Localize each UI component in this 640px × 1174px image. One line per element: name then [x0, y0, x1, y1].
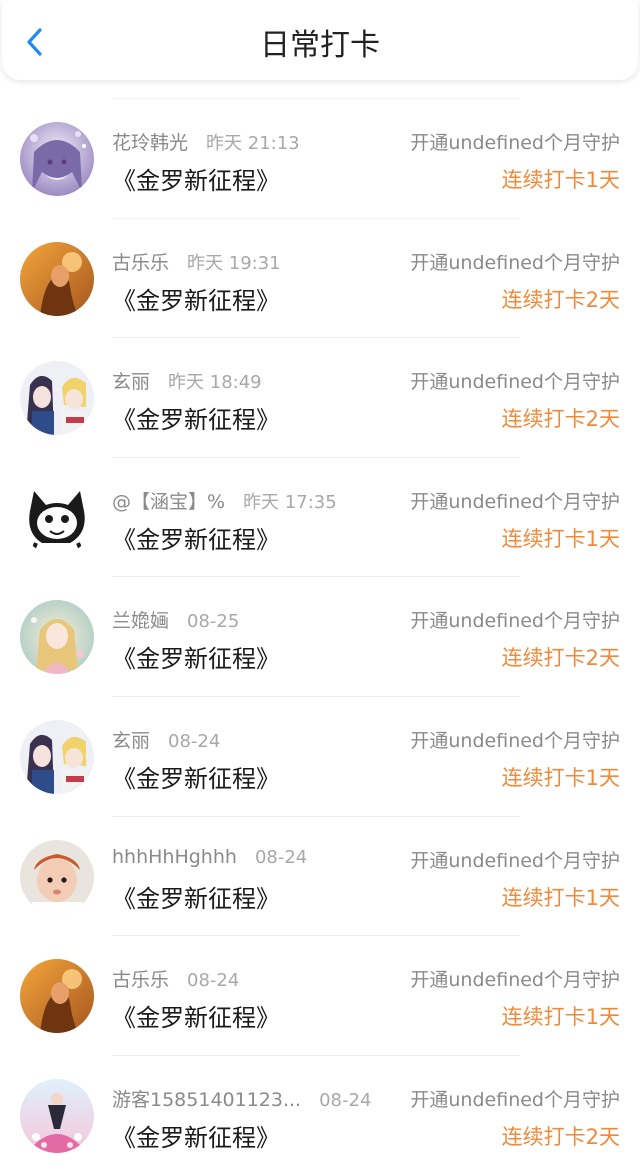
user-name-line: 花玲韩光 昨天 21:13 — [112, 128, 300, 155]
avatar[interactable] — [20, 361, 94, 436]
user-name-line: 兰嫓婳 08-25 — [112, 606, 239, 633]
list-item[interactable]: 花玲韩光 昨天 21:13 《金罗新征程》 开通undefined个月守护 连续打… — [0, 98, 640, 218]
streak-badge: 连续打卡1天 — [501, 168, 620, 192]
streak-badge: 连续打卡1天 — [501, 885, 620, 910]
user-name: @【涵宝】% — [112, 490, 226, 513]
avatar-image — [20, 361, 94, 436]
checkin-time: 08-24 — [187, 970, 240, 992]
checkin-time: 08-24 — [319, 1089, 372, 1111]
guard-status: 开通undefined个月守护 — [410, 251, 620, 274]
book-title: 《金罗新征程》 — [112, 525, 280, 554]
streak-badge: 连续打卡1天 — [501, 526, 620, 551]
book-title: 《金罗新征程》 — [112, 645, 280, 674]
avatar-image — [20, 241, 94, 316]
streak-badge: 连续打卡2天 — [501, 646, 620, 671]
user-name: 游客15851401123... — [112, 1088, 302, 1111]
row-divider — [112, 456, 520, 458]
page-title: 日常打卡 — [260, 28, 380, 63]
top-bar: 日常打卡 — [2, 0, 638, 80]
avatar[interactable] — [20, 1078, 94, 1153]
user-name-line: hhhHhHghhh 08-24 — [112, 846, 307, 868]
checkin-list: 花玲韩光 昨天 21:13 《金罗新征程》 开通undefined个月守护 连续打… — [0, 98, 640, 1174]
user-name-line: 玄丽 08-24 — [112, 726, 220, 753]
streak-badge: 连续打卡2天 — [501, 1124, 620, 1149]
user-name: hhhHhHghhh — [112, 845, 237, 868]
avatar-image — [20, 600, 94, 675]
user-name: 兰嫓婳 — [112, 610, 170, 633]
list-item[interactable]: 玄丽 昨天 18:49 《金罗新征程》 开通undefined个月守护 连续打卡2… — [0, 337, 640, 457]
user-name-line: 古乐乐 08-24 — [112, 965, 239, 992]
book-title: 《金罗新征程》 — [112, 406, 280, 435]
book-title: 《金罗新征程》 — [112, 167, 280, 195]
guard-status: 开通undefined个月守护 — [410, 610, 620, 633]
book-title: 《金罗新征程》 — [112, 764, 280, 793]
avatar[interactable] — [20, 122, 94, 196]
user-name-line: 玄丽 昨天 18:49 — [112, 367, 262, 394]
avatar-image — [20, 1078, 94, 1153]
user-name: 古乐乐 — [112, 969, 170, 992]
user-name-line: 游客15851401123... 08-24 — [112, 1085, 371, 1112]
book-title: 《金罗新征程》 — [112, 286, 280, 315]
avatar[interactable] — [20, 241, 94, 316]
avatar-image — [20, 839, 94, 914]
guard-status: 开通undefined个月守护 — [410, 132, 620, 154]
checkin-time: 08-25 — [187, 611, 240, 633]
avatar[interactable] — [20, 600, 94, 675]
list-item[interactable]: 古乐乐 昨天 19:31 《金罗新征程》 开通undefined个月守护 连续打卡… — [0, 217, 640, 338]
checkin-time: 08-24 — [168, 730, 221, 752]
avatar-image — [20, 122, 94, 196]
streak-badge: 连续打卡1天 — [501, 1005, 620, 1030]
row-divider — [112, 695, 520, 697]
list-item[interactable]: 玄丽 08-24 《金罗新征程》 开通undefined个月守护 连续打卡1天 — [0, 695, 640, 816]
user-name: 花玲韩光 — [112, 132, 189, 154]
row-divider — [112, 576, 520, 578]
book-title: 《金罗新征程》 — [112, 1004, 280, 1033]
checkin-time: 昨天 21:13 — [206, 133, 300, 154]
row-divider — [112, 337, 520, 339]
row-divider — [112, 98, 520, 99]
avatar-image — [20, 480, 94, 555]
avatar-image — [20, 719, 94, 794]
list-item[interactable]: 游客15851401123... 08-24 《金罗新征程》 开通undefine… — [0, 1054, 640, 1174]
avatar-image — [20, 959, 94, 1034]
guard-status: 开通undefined个月守护 — [410, 729, 620, 752]
user-name-line: @【涵宝】% 昨天 17:35 — [112, 487, 337, 514]
user-name: 古乐乐 — [112, 251, 170, 274]
avatar[interactable] — [20, 839, 94, 914]
row-divider — [112, 1054, 520, 1056]
guard-status: 开通undefined个月守护 — [410, 849, 620, 872]
checkin-time: 08-24 — [254, 846, 308, 868]
streak-badge: 连续打卡1天 — [501, 765, 620, 790]
avatar[interactable] — [20, 719, 94, 794]
guard-status: 开通undefined个月守护 — [410, 1088, 620, 1111]
user-name: 玄丽 — [112, 729, 151, 752]
streak-badge: 连续打卡2天 — [501, 407, 620, 432]
list-item[interactable]: 兰嫓婳 08-25 《金罗新征程》 开通undefined个月守护 连续打卡2天 — [0, 576, 640, 696]
list-item[interactable]: 古乐乐 08-24 《金罗新征程》 开通undefined个月守护 连续打卡1天 — [0, 935, 640, 1055]
avatar[interactable] — [20, 959, 94, 1034]
book-title: 《金罗新征程》 — [112, 1123, 280, 1152]
user-name-line: 古乐乐 昨天 19:31 — [112, 248, 281, 275]
row-divider — [112, 935, 520, 937]
guard-status: 开通undefined个月守护 — [410, 969, 620, 992]
row-divider — [112, 217, 520, 219]
checkin-time: 昨天 17:35 — [243, 491, 337, 513]
list-item[interactable]: hhhHhHghhh 08-24 《金罗新征程》 开通undefined个月守护 … — [0, 815, 640, 936]
user-name: 玄丽 — [112, 371, 151, 394]
checkin-time: 昨天 19:31 — [187, 252, 281, 274]
avatar[interactable] — [20, 480, 94, 555]
streak-badge: 连续打卡2天 — [501, 287, 620, 312]
guard-status: 开通undefined个月守护 — [410, 490, 620, 513]
guard-status: 开通undefined个月守护 — [410, 371, 620, 394]
checkin-time: 昨天 18:49 — [168, 372, 262, 394]
row-divider — [112, 815, 520, 817]
list-item[interactable]: @【涵宝】% 昨天 17:35 《金罗新征程》 开通undefined个月守护 连… — [0, 456, 640, 577]
book-title: 《金罗新征程》 — [112, 884, 280, 913]
